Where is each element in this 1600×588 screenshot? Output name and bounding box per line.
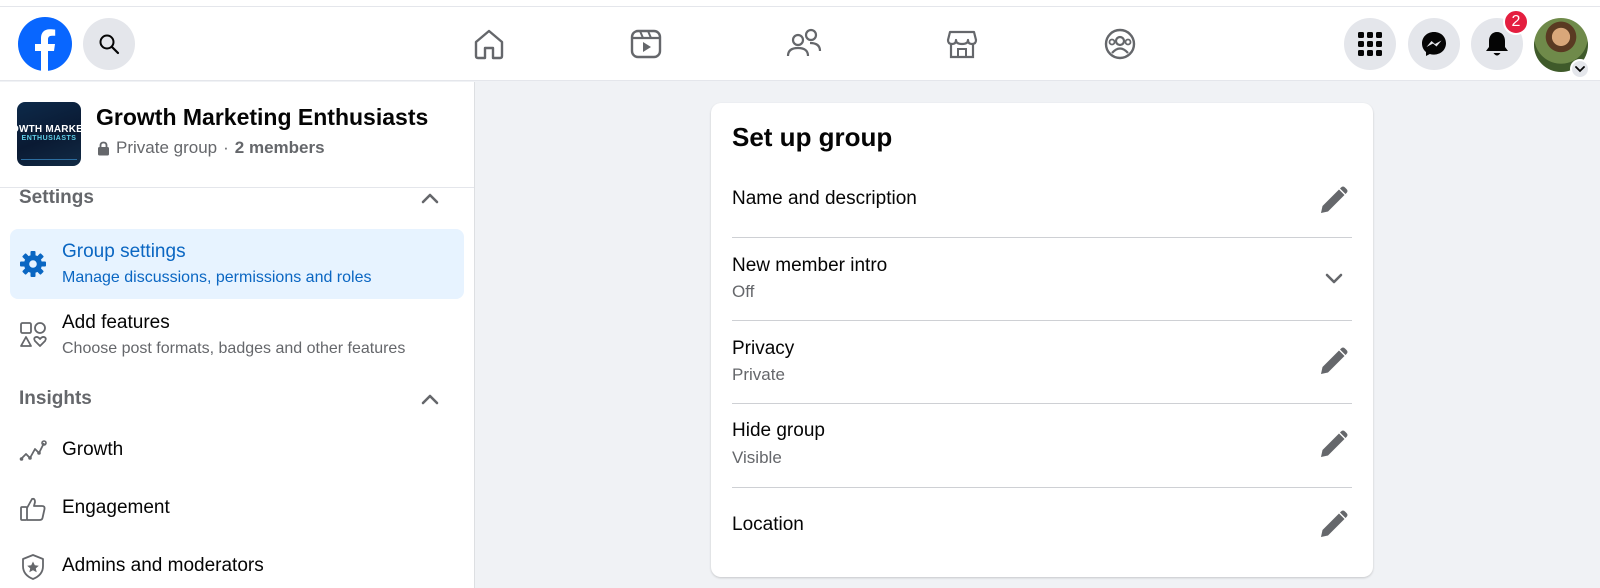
top-navigation-bar: 2 — [0, 7, 1600, 81]
setting-row-privacy[interactable]: Privacy Private — [732, 321, 1352, 404]
search-button[interactable] — [83, 18, 135, 70]
set-up-group-card: Set up group Name and description New me… — [711, 103, 1373, 577]
chevron-up-icon[interactable] — [420, 189, 440, 209]
group-members-count[interactable]: 2 members — [235, 138, 325, 158]
setting-row-title: Privacy — [732, 338, 795, 359]
lock-icon — [98, 141, 109, 155]
sidebar-item-add-features[interactable]: Add features Choose post formats, badges… — [10, 300, 464, 370]
sidebar-item-description: Manage discussions, permissions and role… — [62, 269, 372, 286]
thumbnail-title: OWTH MARKETI — [17, 124, 81, 135]
sidebar-item-label: Admins and moderators — [62, 555, 264, 576]
settings-section-title: Settings — [19, 187, 94, 208]
sidebar-item-label: Group settings — [62, 241, 186, 262]
menu-button[interactable] — [1344, 18, 1396, 70]
nav-marketplace[interactable] — [942, 24, 982, 64]
menu-grid-icon — [1358, 32, 1382, 56]
nav-groups[interactable] — [1100, 24, 1140, 64]
notifications-badge: 2 — [1503, 9, 1529, 35]
sidebar-item-growth[interactable]: Growth — [10, 424, 464, 478]
marketplace-icon — [946, 30, 978, 59]
shapes-icon — [18, 320, 48, 350]
account-menu-button[interactable] — [1570, 59, 1590, 79]
sidebar-item-label: Growth — [62, 439, 124, 460]
sidebar-item-label: Add features — [62, 312, 170, 333]
edit-icon[interactable] — [1316, 506, 1352, 542]
sidebar-item-group-settings[interactable]: Group settings Manage discussions, permi… — [10, 229, 464, 299]
setting-row-value: Visible — [732, 448, 782, 467]
thumbs-up-icon — [18, 494, 48, 524]
facebook-logo[interactable] — [18, 17, 72, 71]
growth-chart-icon — [18, 436, 48, 466]
sidebar-item-engagement[interactable]: Engagement — [10, 482, 464, 536]
sidebar-item-description: Choose post formats, badges and other fe… — [62, 340, 406, 357]
edit-icon[interactable] — [1316, 343, 1352, 379]
group-cover-thumbnail[interactable]: OWTH MARKETI ENTHUSIASTS — [17, 102, 81, 166]
messenger-icon — [1422, 32, 1446, 56]
groups-icon — [1104, 28, 1136, 60]
edit-icon[interactable] — [1316, 182, 1352, 218]
setting-row-title: Location — [732, 514, 804, 535]
group-meta: Private group · 2 members — [97, 138, 325, 158]
nav-friends[interactable] — [784, 24, 824, 64]
edit-icon[interactable] — [1316, 426, 1352, 462]
setting-row-location[interactable]: Location — [732, 488, 1352, 560]
group-name[interactable]: Growth Marketing Enthusiasts — [96, 104, 428, 131]
card-title: Set up group — [732, 122, 893, 152]
meta-separator: · — [223, 138, 229, 157]
shield-star-icon — [18, 552, 48, 582]
chevron-down-icon — [1575, 66, 1585, 73]
group-privacy: Private group — [116, 138, 218, 157]
setting-row-name-and-description[interactable]: Name and description — [732, 166, 1352, 238]
bell-icon — [1486, 32, 1508, 56]
thumbnail-chart-line — [21, 148, 77, 160]
chevron-up-icon[interactable] — [420, 390, 440, 410]
chevron-down-icon[interactable] — [1316, 261, 1352, 297]
nav-home[interactable] — [469, 24, 509, 64]
setting-row-title: Name and description — [732, 188, 917, 209]
insights-section-title: Insights — [19, 388, 92, 409]
setting-row-value: Off — [732, 282, 755, 301]
sidebar-item-admins-and-moderators[interactable]: Admins and moderators — [10, 540, 464, 588]
nav-watch[interactable] — [626, 24, 666, 64]
setting-row-title: Hide group — [732, 420, 825, 441]
group-header: OWTH MARKETI ENTHUSIASTS Growth Marketin… — [0, 82, 474, 188]
gear-icon — [18, 249, 48, 279]
setting-row-new-member-intro[interactable]: New member intro Off — [732, 238, 1352, 321]
watch-icon — [630, 29, 662, 59]
setting-row-value: Private — [732, 365, 785, 384]
thumbnail-subtitle: ENTHUSIASTS — [21, 135, 77, 142]
home-icon — [474, 29, 504, 60]
sidebar-item-label: Engagement — [62, 497, 170, 518]
group-admin-sidebar: OWTH MARKETI ENTHUSIASTS Growth Marketin… — [0, 82, 475, 588]
setting-row-hide-group[interactable]: Hide group Visible — [732, 404, 1352, 488]
search-icon — [99, 34, 120, 55]
messenger-button[interactable] — [1408, 18, 1460, 70]
setting-row-title: New member intro — [732, 255, 888, 276]
friends-icon — [786, 28, 822, 57]
browser-top-strip — [0, 0, 1600, 7]
